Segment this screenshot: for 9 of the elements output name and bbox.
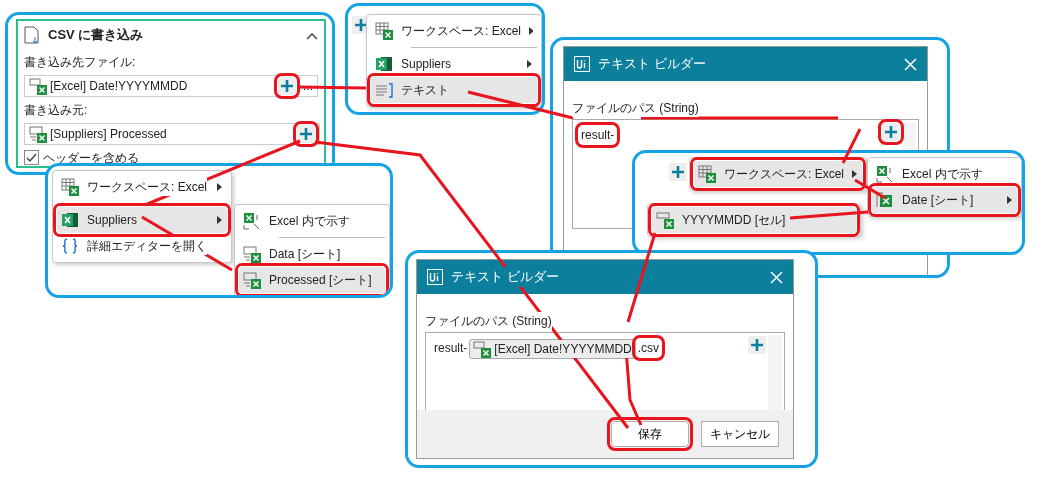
field-label: ファイルのパス (String) <box>425 312 552 330</box>
field-label: 書き込み先ファイル: <box>24 53 137 71</box>
field-value: [Suppliers] Processed <box>50 125 167 143</box>
field-value: [Excel] Date!YYYYMMDD <box>50 77 188 95</box>
dialog-title: テキスト ビルダー <box>451 267 559 287</box>
field-label: 書き込み元: <box>24 101 89 119</box>
path-text: result- <box>433 340 469 357</box>
panel-title: CSV に書き込み <box>48 26 144 44</box>
variable-chip: [Excel] Date!YYYYMMDD <box>469 339 636 359</box>
